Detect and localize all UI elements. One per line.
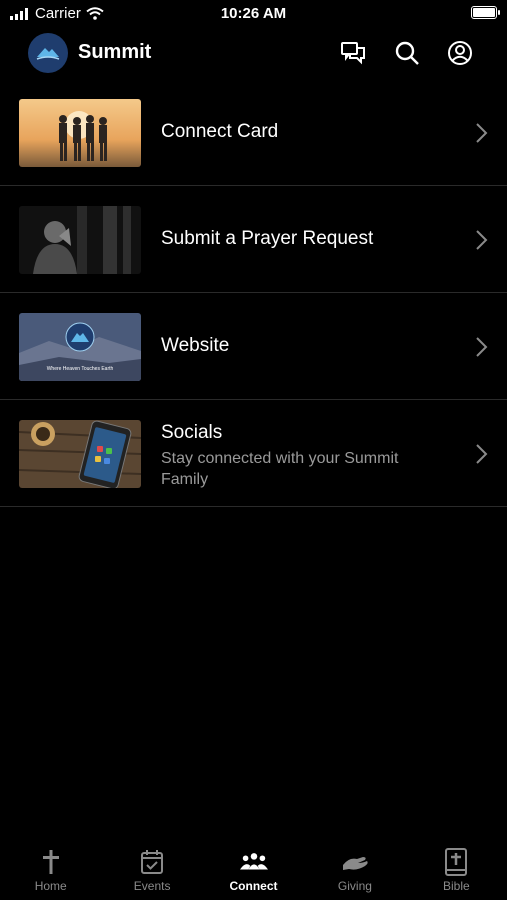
tab-bible[interactable]: Bible xyxy=(406,840,507,900)
connect-card-thumbnail xyxy=(19,99,141,167)
tab-events[interactable]: Events xyxy=(101,840,202,900)
tab-label: Giving xyxy=(337,879,372,893)
tab-label: Bible xyxy=(442,879,470,893)
tab-label: Events xyxy=(133,879,171,893)
tab-giving[interactable]: Giving xyxy=(304,840,405,900)
item-title: Connect Card xyxy=(161,121,279,142)
socials-thumbnail xyxy=(19,420,141,488)
website-thumbnail: Where Heaven Touches Earth xyxy=(19,313,141,381)
tab-label: Connect xyxy=(229,879,278,893)
tab-label: Home xyxy=(34,879,67,893)
tab-bar: Home Events Connect Giving Bible xyxy=(0,840,507,900)
item-title: Socials xyxy=(161,422,223,443)
website-tagline: Where Heaven Touches Earth xyxy=(47,366,114,372)
people-icon xyxy=(239,848,268,876)
chat-icon[interactable] xyxy=(338,38,368,68)
item-title: Website xyxy=(161,335,230,356)
mountain-logo-icon xyxy=(36,48,60,60)
app-header: Summit xyxy=(0,30,507,78)
chevron-right-icon xyxy=(476,444,488,464)
tab-home[interactable]: Home xyxy=(0,840,101,900)
cross-icon xyxy=(37,848,65,876)
connect-list: Connect Card Submit a Prayer Request Whe… xyxy=(0,79,507,507)
chevron-right-icon xyxy=(476,123,488,143)
item-subtitle: Stay connected with your Summit Family xyxy=(161,450,399,488)
search-icon[interactable] xyxy=(392,38,422,68)
item-title: Submit a Prayer Request xyxy=(161,228,374,249)
status-time: 10:26 AM xyxy=(220,5,287,22)
calendar-check-icon xyxy=(138,848,166,876)
bible-icon xyxy=(442,848,470,876)
list-item-prayer-request[interactable]: Submit a Prayer Request xyxy=(0,186,507,293)
list-item-website[interactable]: Where Heaven Touches Earth Website xyxy=(0,293,507,400)
app-title: Summit xyxy=(78,41,152,63)
battery-icon xyxy=(471,6,500,19)
tab-connect[interactable]: Connect xyxy=(203,840,304,900)
prayer-request-thumbnail xyxy=(19,206,141,274)
status-bar: Carrier 10:26 AM xyxy=(0,0,507,30)
account-icon[interactable] xyxy=(445,38,475,68)
chevron-right-icon xyxy=(476,337,488,357)
app-logo[interactable] xyxy=(28,33,68,73)
list-item-connect-card[interactable]: Connect Card xyxy=(0,79,507,186)
hand-icon xyxy=(341,848,369,876)
list-item-socials[interactable]: Socials Stay connected with your Summit … xyxy=(0,400,507,507)
chevron-right-icon xyxy=(476,230,488,250)
